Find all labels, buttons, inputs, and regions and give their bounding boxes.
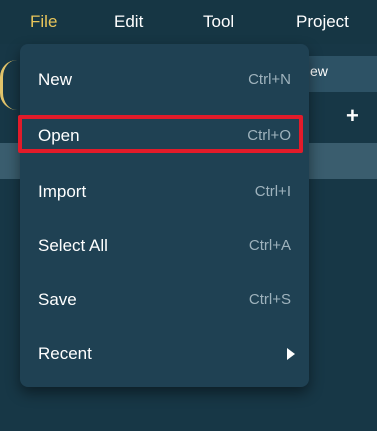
menu-item-label: New bbox=[38, 70, 73, 89]
menu-project[interactable]: Project bbox=[296, 0, 349, 44]
menu-item-label: Save bbox=[38, 290, 77, 309]
menu-item-label: Select All bbox=[38, 236, 108, 255]
menu-edit[interactable]: Edit bbox=[114, 0, 143, 44]
menu-item-label: Import bbox=[38, 182, 87, 201]
menu-item-shortcut: Ctrl+S bbox=[248, 291, 291, 308]
menu-item-label: Recent bbox=[38, 344, 92, 363]
add-icon[interactable]: + bbox=[346, 104, 359, 128]
background-tab-label: ew bbox=[310, 63, 328, 79]
menu-item-shortcut: Ctrl+I bbox=[254, 183, 291, 200]
menu-item-shortcut: Ctrl+N bbox=[248, 71, 291, 88]
menu-item-new[interactable]: New Ctrl+N bbox=[20, 60, 309, 100]
menu-tool[interactable]: Tool bbox=[203, 0, 234, 44]
menu-item-label: Open bbox=[38, 126, 80, 145]
menu-bar: File Edit Tool Project bbox=[0, 0, 377, 44]
menu-item-recent[interactable]: Recent bbox=[20, 334, 309, 374]
menu-item-open[interactable]: Open Ctrl+O bbox=[18, 115, 309, 156]
menu-file[interactable]: File bbox=[30, 0, 57, 44]
menu-item-import[interactable]: Import Ctrl+I bbox=[20, 172, 309, 212]
file-dropdown-menu: New Ctrl+N Open Ctrl+O Import Ctrl+I Sel… bbox=[18, 44, 309, 387]
chevron-right-icon bbox=[287, 348, 295, 360]
menu-item-shortcut: Ctrl+O bbox=[247, 127, 291, 144]
menu-item-save[interactable]: Save Ctrl+S bbox=[20, 280, 309, 320]
background-accent bbox=[0, 60, 17, 110]
menu-item-shortcut: Ctrl+A bbox=[248, 237, 291, 254]
menu-item-select-all[interactable]: Select All Ctrl+A bbox=[20, 226, 309, 266]
